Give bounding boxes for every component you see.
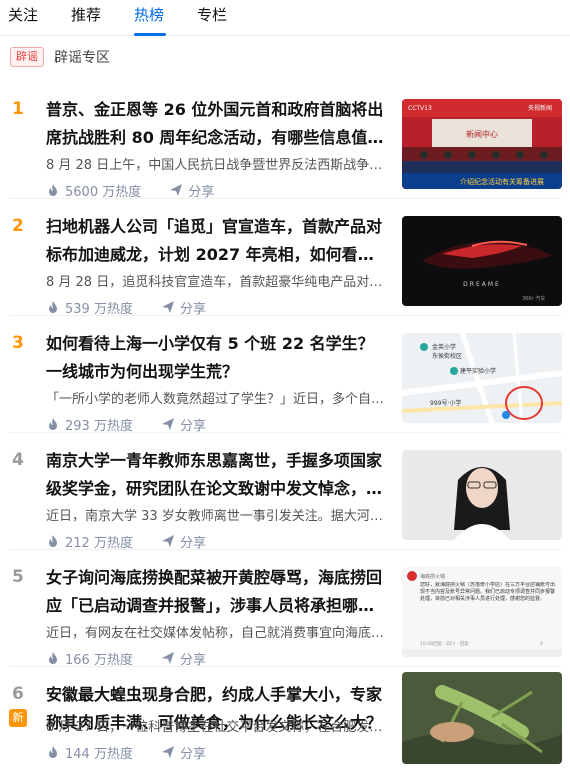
share-icon [161, 418, 174, 430]
hot-list-item[interactable]: 1 普京、金正恩等 26 位外国元首和政府首脑将出席抗战胜利 80 周年纪念活动… [0, 82, 570, 200]
share-button[interactable]: 分享 [161, 532, 206, 551]
share-button[interactable]: 分享 [169, 181, 214, 200]
heat-value: 293 万热度 [65, 418, 133, 434]
rumor-zone-label: 辟谣专区 [54, 50, 110, 66]
share-label: 分享 [179, 301, 206, 317]
map-label-4: 999号·小学 [430, 399, 461, 407]
share-label: 分享 [188, 184, 215, 200]
map-image: 金英小学 东侯街校区 建平实验小学 999号·小学 [402, 333, 562, 423]
item-thumbnail[interactable]: 金英小学 东侯街校区 建平实验小学 999号·小学 [402, 333, 562, 423]
rank-number: 1 [12, 99, 24, 119]
item-excerpt: 「一所小学的老师人数竟然超过了学生？」近日，多个自媒体发文称上海一小学仅有 22… [46, 392, 386, 407]
share-button[interactable]: 分享 [161, 298, 206, 317]
item-title[interactable]: 南京大学一青年教师东思嘉离世，手握多项国家级奖学金，研究团队在论文致谢中发文悼念… [46, 447, 386, 503]
share-button[interactable]: 分享 [161, 743, 206, 762]
tab-hot-list[interactable]: 热榜 [134, 5, 164, 25]
hot-list-item[interactable]: 5 女子询问海底捞换配菜被开黄腔辱骂，海底捞回应「已启动调查并报警」，涉事人员将… [0, 550, 570, 668]
image-caption: 介绍纪念活动有关筹备进展 [460, 177, 544, 186]
account-name: 海底捞火锅 [420, 573, 445, 580]
statement-screenshot: 海底捞火锅 您好，就海底捞火锅（苏落奇小学店）在三方平台店铺账号出现不当内容及账… [402, 567, 562, 657]
item-thumbnail[interactable] [402, 450, 562, 540]
rank-number: 2 [12, 216, 24, 236]
share-label: 分享 [179, 418, 206, 434]
flame-icon [49, 301, 57, 313]
share-button[interactable]: 分享 [161, 649, 206, 668]
map-label-1: 金英小学 [432, 343, 456, 351]
item-title[interactable]: 女子询问海底捞换配菜被开黄腔辱骂，海底捞回应「已启动调查并报警」，涉事人员将承担… [46, 564, 386, 620]
heat-value: 166 万热度 [65, 652, 133, 668]
share-label: 分享 [179, 535, 206, 551]
tab-follow[interactable]: 关注 [8, 5, 38, 25]
brand-text: DREAME [463, 281, 501, 288]
share-icon [170, 184, 183, 196]
hot-list-item[interactable]: 3 如何看待上海一小学仅有 5 个班 22 名学生？一线城市为何出现学生荒？ 「… [0, 316, 570, 434]
item-thumbnail[interactable]: 新闻中心 介绍纪念活动有关筹备进展 CCTV13 央视新闻 [402, 99, 562, 189]
statement-footer: 10-08回复 · 四川 · 回复 [420, 640, 469, 647]
item-title[interactable]: 普京、金正恩等 26 位外国元首和政府首脑将出席抗战胜利 80 周年纪念活动，有… [46, 96, 386, 152]
press-conference-image: 新闻中心 介绍纪念活动有关筹备进展 CCTV13 央视新闻 [402, 99, 562, 189]
item-thumbnail[interactable] [402, 672, 562, 764]
item-excerpt: 近日，南京大学 33 岁女教师离世一事引发关注。据大河报报道，研究团队在论文致谢… [46, 509, 386, 524]
statement-text: 您好，就海底捞火锅（苏落奇小学店）在三方平台店铺账号出现不当内容及账号异常问题。… [420, 582, 556, 603]
item-excerpt: 8 月 28 日上午，中国人民抗日战争暨世界反法西斯战争胜利 80 周年纪念活动… [46, 158, 386, 173]
share-icon [161, 301, 174, 313]
item-excerpt: 8 月 27 日，一位科普博主在社交平台发文称，在合肥发现一只约成人手掌大小的蝗… [46, 720, 386, 735]
hot-list-item[interactable]: 4 南京大学一青年教师东思嘉离世，手握多项国家级奖学金，研究团队在论文致谢中发文… [0, 433, 570, 551]
news-logo: 央视新闻 [528, 104, 552, 112]
locust-image [402, 672, 562, 764]
item-excerpt: 8 月 28 日，追觅科技官宣造车，首款超豪华纯电产品对标布加迪威龙，计划 20… [46, 275, 386, 290]
rank-number: 3 [12, 333, 24, 353]
new-badge: 新 [9, 709, 27, 727]
share-label: 分享 [179, 746, 206, 762]
flame-icon [49, 184, 57, 196]
hot-list-item[interactable]: 6 新 安徽最大蝗虫现身合肥，约成人手掌大小，专家称其肉质丰满、可做美食，为什么… [0, 667, 570, 769]
flame-icon [49, 535, 57, 547]
share-icon [161, 535, 174, 547]
tab-column[interactable]: 专栏 [197, 5, 227, 25]
heat-value: 539 万热度 [65, 301, 133, 317]
rank-number: 6 [12, 684, 24, 704]
flame-icon [49, 418, 57, 430]
item-thumbnail[interactable]: DREAME 36Kr 汽车 [402, 216, 562, 306]
flame-icon [49, 652, 57, 664]
like-count: 4 [540, 641, 543, 647]
item-title[interactable]: 如何看待上海一小学仅有 5 个班 22 名学生？一线城市为何出现学生荒？ [46, 330, 386, 386]
item-thumbnail[interactable]: 海底捞火锅 您好，就海底捞火锅（苏落奇小学店）在三方平台店铺账号出现不当内容及账… [402, 567, 562, 657]
hall-label: 新闻中心 [466, 129, 498, 139]
share-icon [161, 746, 174, 758]
car-image: DREAME 36Kr 汽车 [402, 216, 562, 306]
tab-recommend[interactable]: 推荐 [71, 5, 101, 25]
flame-icon [49, 746, 57, 758]
map-label-3: 建平实验小学 [460, 367, 496, 375]
heat-value: 144 万热度 [65, 746, 133, 762]
portrait-image [402, 450, 562, 540]
item-title[interactable]: 扫地机器人公司「追觅」官宣造车，首款产品对标布加迪威龙，计划 2027 年亮相，… [46, 213, 386, 269]
hot-list-item[interactable]: 2 扫地机器人公司「追觅」官宣造车，首款产品对标布加迪威龙，计划 2027 年亮… [0, 199, 570, 317]
share-button[interactable]: 分享 [161, 415, 206, 434]
rumor-zone-link[interactable]: 辟谣 辟谣专区 [10, 46, 110, 68]
rank-number: 5 [12, 567, 24, 587]
item-excerpt: 近日，有网友在社交媒体发帖称，自己就消费事宜向海底捞门店员工询问换配菜时被辱骂 [46, 626, 386, 641]
share-icon [161, 652, 174, 664]
top-tab-bar: 关注 推荐 热榜 专栏 [0, 0, 570, 36]
active-tab-indicator [134, 33, 166, 36]
image-credit: 36Kr 汽车 [522, 295, 545, 302]
heat-value: 212 万热度 [65, 535, 133, 551]
tv-logo: CCTV13 [408, 105, 432, 112]
heat-value: 5600 万热度 [65, 184, 142, 200]
share-label: 分享 [179, 652, 206, 668]
map-label-2: 东侯街校区 [432, 352, 462, 360]
rumor-badge: 辟谣 [10, 47, 44, 67]
rank-number: 4 [12, 450, 24, 470]
